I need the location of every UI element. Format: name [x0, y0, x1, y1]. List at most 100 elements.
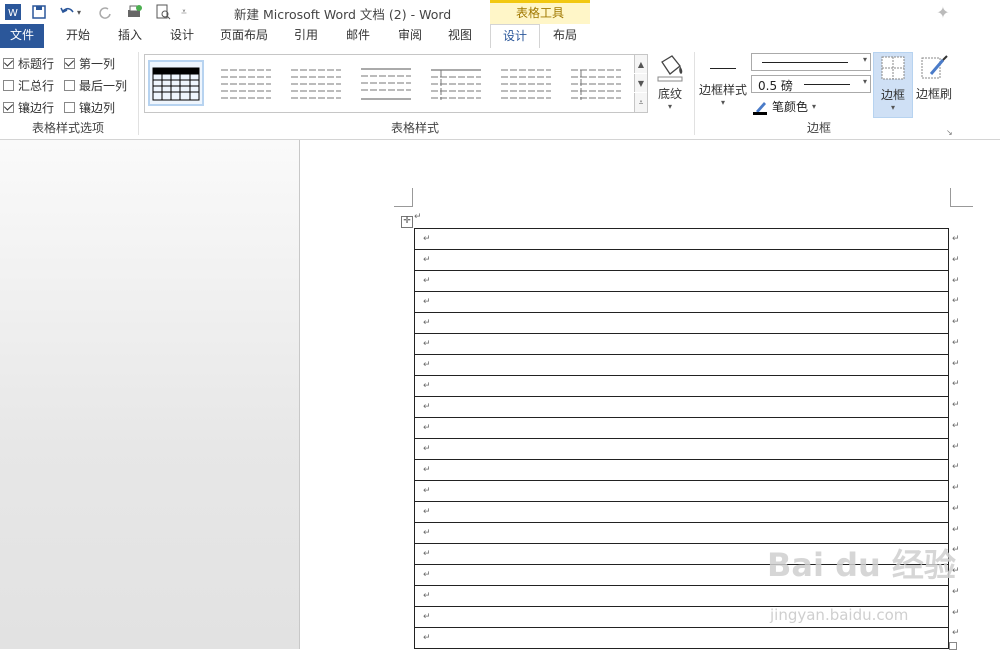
- checkbox-box[interactable]: [3, 80, 14, 91]
- tab-home[interactable]: 开始: [56, 24, 100, 48]
- border-styles-button[interactable]: 边框样式 ▾: [697, 62, 749, 107]
- title-bar: W ▾ ⩡ 新建 Microsoft Word 文档 (2) - Word 表格…: [0, 0, 1000, 24]
- table-cell[interactable]: ↵: [414, 585, 949, 607]
- checkbox-banded-rows[interactable]: 镶边行: [3, 99, 54, 116]
- row-end-mark: ↵: [952, 441, 960, 452]
- undo-icon[interactable]: ▾: [58, 3, 84, 21]
- line-style-select[interactable]: ▾: [751, 53, 871, 71]
- table-style-plain-4[interactable]: [427, 60, 483, 106]
- table-cell[interactable]: ↵: [414, 438, 949, 460]
- margin-corner-top-right: [950, 188, 973, 207]
- checkbox-label: 镶边行: [18, 101, 55, 115]
- tab-page-layout[interactable]: 页面布局: [212, 24, 276, 48]
- tab-mailings[interactable]: 邮件: [336, 24, 380, 48]
- table-style-plain-1[interactable]: [217, 60, 273, 106]
- tab-view[interactable]: 视图: [438, 24, 482, 48]
- gallery-scroll-up-icon[interactable]: ▲: [634, 55, 647, 73]
- chevron-down-icon: ▾: [862, 55, 867, 64]
- table-cell[interactable]: ↵: [414, 228, 949, 250]
- borders-button[interactable]: 边框 ▾: [873, 52, 913, 118]
- border-painter-label: 边框刷: [915, 87, 952, 101]
- baidu-watermark-logo: Bai du 经验: [767, 546, 956, 584]
- table-cell[interactable]: ↵: [414, 354, 949, 376]
- checkbox-last-column[interactable]: 最后一列: [64, 77, 127, 94]
- borders-grid-icon: [881, 56, 905, 80]
- redo-icon[interactable]: [96, 3, 114, 21]
- checkbox-header-row[interactable]: 标题行: [3, 55, 54, 72]
- table-cell[interactable]: ↵: [414, 333, 949, 355]
- save-icon[interactable]: [30, 3, 48, 21]
- row-end-mark: ↵: [952, 254, 960, 265]
- checkbox-box[interactable]: [64, 80, 75, 91]
- cell-end-mark: ↵: [423, 297, 431, 307]
- gallery-scroll-down-icon[interactable]: ▼: [634, 74, 647, 92]
- gallery-more-icon[interactable]: ⩡: [634, 93, 647, 112]
- tab-table-layout[interactable]: 布局: [542, 24, 588, 48]
- dialog-launcher-icon[interactable]: ↘: [946, 128, 953, 137]
- table-cell[interactable]: ↵: [414, 459, 949, 481]
- cell-end-mark: ↵: [423, 255, 431, 265]
- checkbox-first-column[interactable]: 第一列: [64, 55, 115, 72]
- table-cell[interactable]: ↵: [414, 480, 949, 502]
- cell-end-mark: ↵: [423, 360, 431, 370]
- tab-design[interactable]: 设计: [160, 24, 204, 48]
- read-mode-icon[interactable]: [154, 3, 172, 21]
- border-painter-button[interactable]: 边框刷: [914, 52, 954, 102]
- table-style-plain-3[interactable]: [357, 60, 413, 106]
- checkbox-box[interactable]: [3, 102, 14, 113]
- row-end-mark: ↵: [952, 586, 960, 597]
- table-styles-gallery: ▲ ▼ ⩡: [144, 54, 648, 113]
- table-cell[interactable]: ↵: [414, 501, 949, 523]
- checkbox-box[interactable]: [3, 58, 14, 69]
- tab-file[interactable]: 文件: [0, 24, 44, 48]
- border-painter-icon: [921, 55, 948, 79]
- table-row: ↵: [414, 417, 949, 439]
- table-row: ↵: [414, 585, 949, 607]
- shading-button[interactable]: 底纹 ▾: [650, 52, 690, 111]
- checkbox-box[interactable]: [64, 102, 75, 113]
- table-cell[interactable]: ↵: [414, 396, 949, 418]
- baidu-watermark-url: jingyan.baidu.com: [770, 606, 909, 624]
- table-row: ↵: [414, 375, 949, 397]
- table-style-plain-2[interactable]: [287, 60, 343, 106]
- table-style-plain-5[interactable]: [497, 60, 553, 106]
- cell-end-mark: ↵: [423, 381, 431, 391]
- table-cell[interactable]: ↵: [414, 270, 949, 292]
- table-row: ↵: [414, 438, 949, 460]
- row-end-mark: ↵: [952, 628, 960, 639]
- print-preview-icon[interactable]: [124, 3, 144, 21]
- table-cell[interactable]: ↵: [414, 312, 949, 334]
- table-row: ↵: [414, 396, 949, 418]
- tab-insert[interactable]: 插入: [108, 24, 152, 48]
- table-cell[interactable]: ↵: [414, 249, 949, 271]
- table-cell[interactable]: ↵: [414, 417, 949, 439]
- checkbox-box[interactable]: [64, 58, 75, 69]
- document-area: ✛ ↵ ↵ ↵ ↵ ↵ ↵ ↵ ↵ ↵ ↵ ↵ ↵ ↵ ↵ ↵ ↵ ↵ ↵ ↵ ↵ ↵ ↵ ↵ ↵ ↵ ↵ ↵ ↵ ↵ ↵ ↵ ↵ ↵ ↵ ↵ ↵…: [0, 140, 1000, 650]
- checkbox-total-row[interactable]: 汇总行: [3, 77, 54, 94]
- tab-table-design[interactable]: 设计: [490, 24, 540, 49]
- navigation-pane: [0, 140, 300, 649]
- table-move-handle-icon[interactable]: ✛: [401, 216, 413, 228]
- table-cell[interactable]: ↵: [414, 291, 949, 313]
- table-cell[interactable]: ↵: [414, 375, 949, 397]
- line-weight-sample: [804, 84, 850, 85]
- table-row: ↵: [414, 354, 949, 376]
- tab-review[interactable]: 审阅: [388, 24, 432, 48]
- cell-end-mark: ↵: [423, 507, 431, 517]
- pen-icon: [753, 101, 767, 115]
- customize-toolbar-icon[interactable]: ⩡: [178, 3, 190, 21]
- help-icon[interactable]: ✦: [934, 3, 952, 22]
- row-end-mark: ↵: [952, 296, 960, 307]
- tab-references[interactable]: 引用: [284, 24, 328, 48]
- line-weight-select[interactable]: 0.5 磅 ▾: [751, 75, 871, 93]
- pen-color-button[interactable]: 笔颜色 ▾: [753, 98, 816, 115]
- checkbox-label: 最后一列: [79, 79, 128, 93]
- table-style-plain-6[interactable]: [567, 60, 623, 106]
- svg-text:W: W: [8, 8, 18, 19]
- table-style-grid[interactable]: [148, 60, 204, 106]
- row-end-mark: ↵: [952, 503, 960, 514]
- table-cell[interactable]: ↵: [414, 627, 949, 649]
- checkbox-banded-columns[interactable]: 镶边列: [64, 99, 115, 116]
- row-end-mark: ↵: [952, 524, 960, 535]
- border-styles-label: 边框样式: [698, 83, 747, 97]
